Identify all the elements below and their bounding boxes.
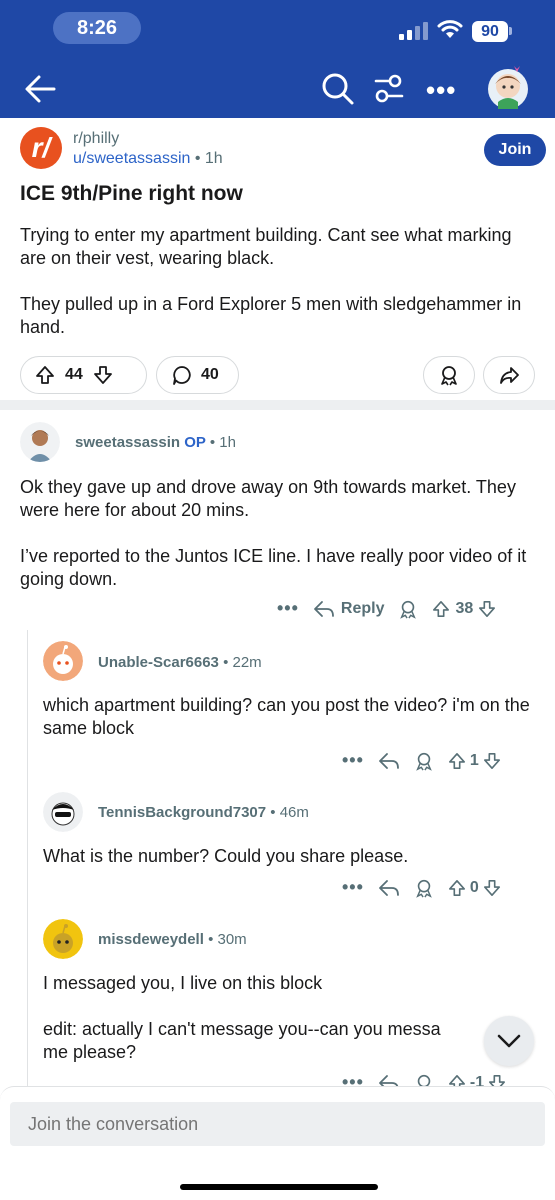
comment-body: I messaged you, I live on this block edi…: [43, 972, 543, 1064]
post-paragraph: Trying to enter my apartment building. C…: [20, 225, 512, 268]
reply-label: Reply: [340, 599, 385, 617]
post-author-line: u/sweetassassin • 1h: [73, 150, 223, 168]
award-icon: [441, 366, 457, 386]
post-vote-pill: 44: [20, 356, 147, 394]
separator-dot: •: [223, 654, 233, 671]
separator-dot: •: [194, 150, 205, 167]
back-arrow-icon[interactable]: [24, 74, 56, 104]
comment-paragraph: I messaged you, I live on this block: [43, 973, 323, 993]
search-icon[interactable]: [321, 72, 355, 106]
comment-actions: ••• Reply 38: [277, 598, 496, 619]
section-divider: [0, 400, 555, 410]
comment-avatar[interactable]: [43, 919, 83, 959]
more-options-icon[interactable]: •••: [342, 877, 364, 898]
comment-avatar[interactable]: [43, 641, 83, 681]
award-icon[interactable]: [414, 751, 434, 771]
post-paragraph: They pulled up in a Ford Explorer 5 men …: [20, 294, 522, 337]
scroll-down-button[interactable]: [484, 1016, 534, 1066]
comment-time: 30m: [217, 931, 247, 948]
upvote-icon[interactable]: [35, 365, 55, 385]
downvote-icon[interactable]: [483, 879, 501, 897]
award-button[interactable]: [423, 356, 475, 394]
comment-author-line: Unable-Scar6663 • 22m: [98, 654, 262, 671]
comment-author[interactable]: TennisBackground7307: [98, 804, 266, 821]
comment-author[interactable]: missdeweydell: [98, 931, 204, 948]
battery-level: 90: [472, 21, 508, 42]
op-badge: OP: [184, 434, 206, 451]
upvote-icon[interactable]: [448, 879, 466, 897]
more-options-icon[interactable]: •••: [277, 598, 299, 619]
sort-filter-icon[interactable]: [373, 72, 405, 106]
reply-icon[interactable]: [378, 751, 400, 771]
post-title: ICE 9th/Pine right now: [20, 182, 243, 205]
comment-time: 46m: [279, 804, 309, 821]
comment-author-line: missdeweydell • 30m: [98, 931, 247, 948]
user-avatar[interactable]: [484, 62, 532, 110]
comment-composer: [0, 1086, 555, 1200]
post-body: Trying to enter my apartment building. C…: [20, 224, 535, 362]
upvote-icon[interactable]: [432, 600, 450, 618]
upvote-count: 44: [65, 366, 83, 383]
reply-icon[interactable]: [378, 878, 400, 898]
share-button[interactable]: [483, 356, 535, 394]
comment-vote-group: 38: [432, 600, 496, 618]
comment-paragraph: What is the number? Could you share plea…: [43, 846, 409, 866]
comment-time: 22m: [232, 654, 262, 671]
separator-dot: •: [270, 804, 280, 821]
join-conversation-input[interactable]: [10, 1102, 545, 1146]
thread-line[interactable]: [27, 630, 28, 1090]
comment-actions: ••• 0: [342, 877, 501, 898]
vote-count: 38: [455, 599, 474, 617]
comment-paragraph: Ok they gave up and drove away on 9th to…: [20, 477, 516, 520]
award-icon[interactable]: [398, 599, 418, 619]
post-time: 1h: [204, 150, 223, 167]
reply-button[interactable]: Reply: [313, 599, 385, 619]
comment-vote-group: 1: [448, 752, 501, 770]
comment-time: 1h: [219, 434, 236, 451]
vote-count: 1: [469, 751, 479, 769]
post-author[interactable]: u/sweetassassin: [73, 150, 190, 167]
top-bar: 8:26 90 •••: [0, 0, 555, 118]
downvote-icon[interactable]: [93, 365, 113, 385]
comment-paragraph: me please?: [43, 1042, 137, 1062]
award-icon[interactable]: [414, 878, 434, 898]
wifi-icon: [437, 20, 463, 38]
battery-nub: [509, 27, 512, 35]
more-options-icon[interactable]: •••: [426, 77, 456, 103]
share-icon: [500, 367, 519, 384]
home-indicator[interactable]: [180, 1184, 378, 1190]
join-button[interactable]: Join: [484, 134, 546, 166]
vote-count: 0: [469, 878, 479, 896]
comment-author-line: TennisBackground7307 • 46m: [98, 804, 309, 821]
comment-avatar[interactable]: [20, 422, 60, 462]
comment-paragraph: which apartment building? can you post t…: [43, 695, 530, 738]
comment-vote-group: 0: [448, 879, 501, 897]
cellular-signal-icon: [399, 22, 428, 40]
comments-button[interactable]: 40: [156, 356, 239, 394]
comment-count: 40: [201, 366, 219, 383]
separator-dot: •: [209, 434, 220, 451]
comment-avatar[interactable]: [43, 792, 83, 832]
comment-actions: ••• 1: [342, 750, 501, 771]
subreddit-logo[interactable]: r/: [20, 127, 62, 169]
comment-paragraph: I’ve reported to the Juntos ICE line. I …: [20, 546, 527, 589]
comment-author-line: sweetassassin OP • 1h: [75, 434, 236, 451]
comment-author[interactable]: sweetassassin: [75, 434, 180, 451]
status-time: 8:26: [53, 12, 141, 44]
more-options-icon[interactable]: •••: [342, 750, 364, 771]
comment-body: Ok they gave up and drove away on 9th to…: [20, 476, 540, 614]
reply-icon: [314, 600, 334, 617]
comment-author[interactable]: Unable-Scar6663: [98, 654, 219, 671]
upvote-icon[interactable]: [448, 752, 466, 770]
chevron-down-icon: [497, 1034, 521, 1048]
subreddit-name[interactable]: r/philly: [73, 130, 119, 148]
downvote-icon[interactable]: [483, 752, 501, 770]
comment-paragraph: edit: actually I can't message you--can …: [43, 1019, 441, 1039]
comment-bubble-icon: [173, 366, 191, 385]
downvote-icon[interactable]: [478, 600, 496, 618]
